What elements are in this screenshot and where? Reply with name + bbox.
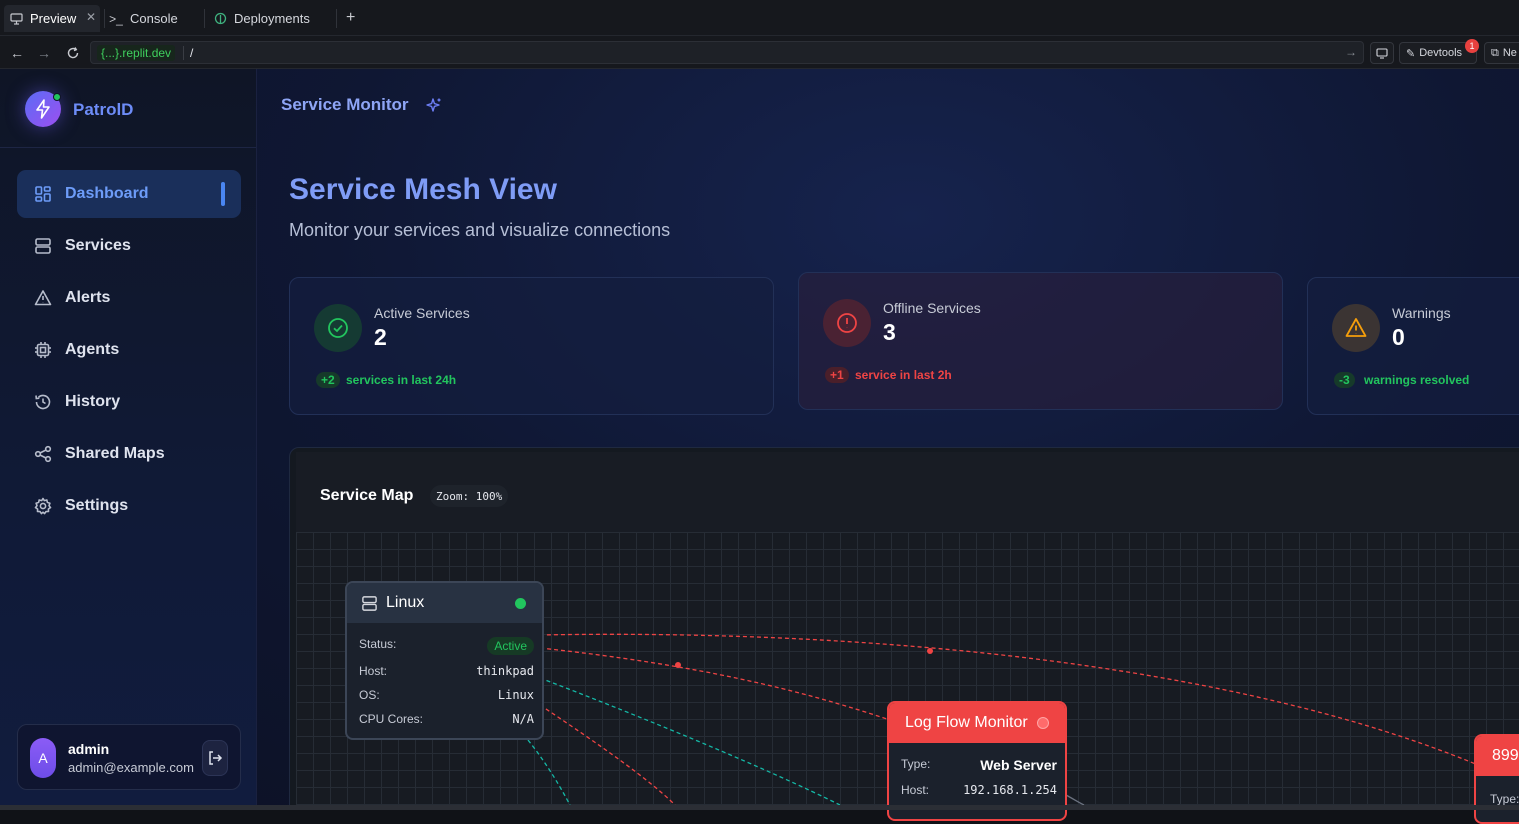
window-bottom-border: [0, 805, 1519, 810]
row-label: Status:: [359, 637, 397, 651]
service-node-899[interactable]: 899 Type:: [1474, 734, 1519, 824]
connection-line: [1065, 794, 1085, 806]
status-dot: [1037, 717, 1049, 729]
status-badge: Active: [487, 637, 534, 655]
row-label: Type:: [901, 757, 931, 771]
status-dot: [515, 598, 526, 609]
node-name: 899: [1492, 747, 1519, 764]
connection-line: [539, 704, 676, 806]
service-node-log-flow-monitor[interactable]: Log Flow Monitor Type: Web Server Host: …: [887, 701, 1067, 821]
node-header: 899: [1476, 736, 1519, 776]
connection-line: [527, 739, 571, 806]
server-icon: [361, 595, 378, 612]
node-row-type: Type: Web Server: [901, 757, 1057, 773]
row-label: Host:: [359, 664, 388, 678]
node-row-host: Host: 192.168.1.254: [901, 783, 1057, 797]
row-value: Linux: [497, 688, 534, 702]
map-connections: [527, 633, 1479, 806]
row-label: Type:: [1490, 792, 1519, 806]
row-value: thinkpad: [476, 664, 534, 678]
node-row-host: Host: thinkpad: [359, 664, 534, 678]
node-name: Log Flow Monitor: [905, 714, 1028, 731]
connection-dot: [927, 648, 933, 654]
connection-dot: [675, 662, 681, 668]
service-node-linux[interactable]: Linux Status: Active Host: thinkpad OS: …: [345, 581, 544, 740]
row-label: CPU Cores:: [359, 712, 424, 726]
node-row-status: Status: Active: [359, 637, 534, 655]
connection-line: [539, 677, 841, 806]
row-value: Web Server: [980, 757, 1057, 773]
node-name: Linux: [386, 594, 425, 611]
row-value: 192.168.1.254: [963, 783, 1057, 797]
row-label: Host:: [901, 783, 930, 797]
node-row-cpu: CPU Cores: N/A: [359, 712, 534, 726]
row-value: N/A: [512, 712, 534, 726]
connection-line: [539, 647, 891, 721]
row-label: OS:: [359, 688, 380, 702]
node-row-os: OS: Linux: [359, 688, 534, 702]
